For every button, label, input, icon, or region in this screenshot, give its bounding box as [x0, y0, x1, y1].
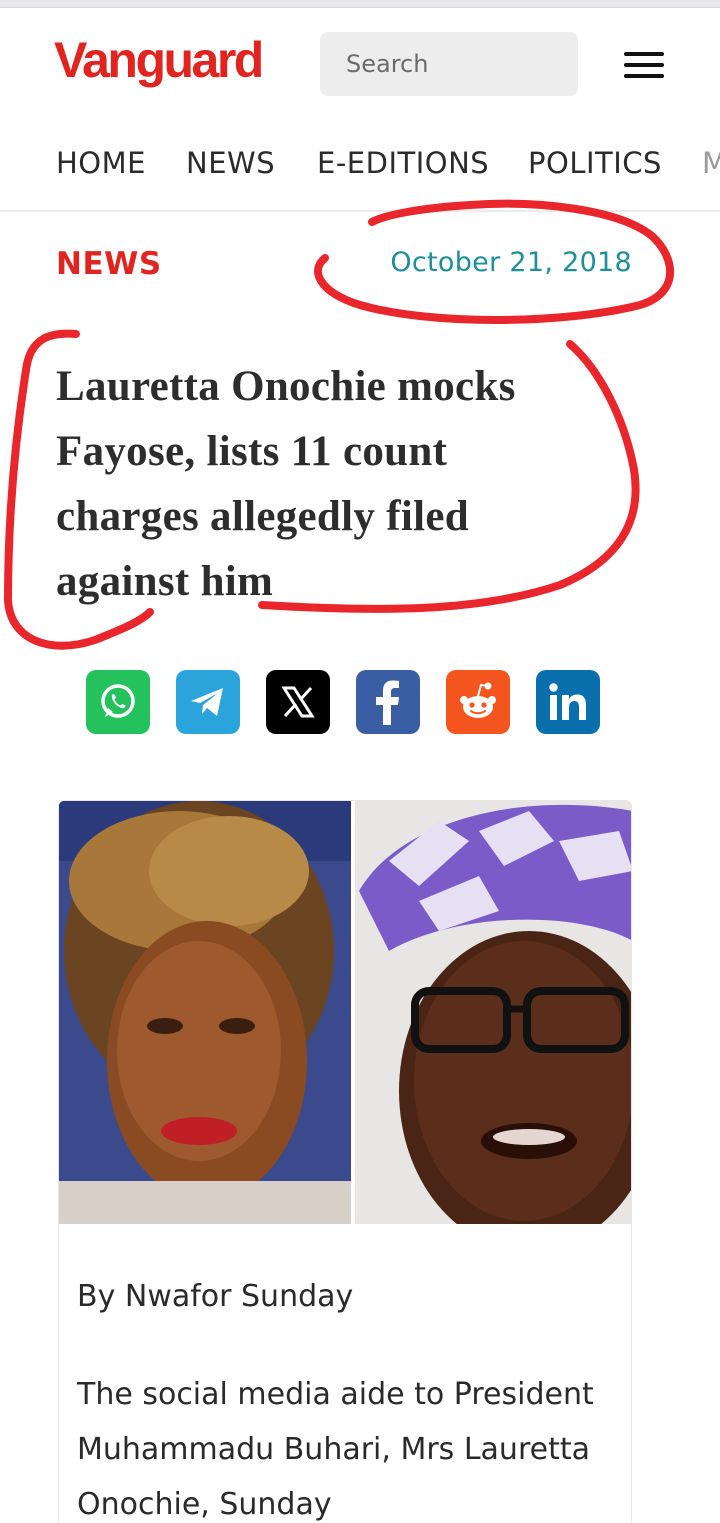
search-input[interactable]	[320, 32, 578, 96]
main-nav: HOME NEWS E-EDITIONS POLITICS M	[0, 120, 720, 212]
share-whatsapp-button[interactable]	[86, 670, 150, 734]
nav-item-news[interactable]: NEWS	[186, 146, 275, 180]
article-headline: Lauretta Onochie mocks Fayose, lists 11 …	[56, 363, 516, 605]
share-linkedin-button[interactable]	[536, 670, 600, 734]
telegram-icon	[191, 688, 223, 716]
share-telegram-button[interactable]	[176, 670, 240, 734]
nav-item-e-editions[interactable]: E-EDITIONS	[317, 146, 489, 180]
search-box	[320, 32, 578, 96]
facebook-icon	[376, 680, 399, 725]
reddit-icon	[460, 682, 496, 718]
top-bar-edge	[0, 0, 720, 8]
share-buttons	[86, 670, 600, 734]
article-body: The social media aide to President Muham…	[77, 1377, 594, 1522]
share-facebook-button[interactable]	[356, 670, 420, 734]
whatsapp-icon	[101, 684, 135, 718]
share-reddit-button[interactable]	[446, 670, 510, 734]
site-header: Vanguard	[0, 8, 720, 120]
article-card: By Nwafor Sunday The social media aide t…	[58, 800, 632, 1523]
hamburger-menu-icon[interactable]	[624, 52, 664, 82]
article-category[interactable]: NEWS	[56, 246, 162, 282]
nav-item-politics[interactable]: POLITICS	[528, 146, 662, 180]
linkedin-icon	[549, 683, 586, 720]
nav-item-home[interactable]: HOME	[56, 146, 146, 180]
article-photo[interactable]	[59, 801, 632, 1224]
article-byline: By Nwafor Sunday	[77, 1279, 354, 1314]
x-icon	[281, 686, 315, 718]
site-logo[interactable]: Vanguard	[54, 30, 264, 90]
nav-item-more-cutoff[interactable]: M	[702, 146, 720, 180]
share-x-button[interactable]	[266, 670, 330, 734]
article-date: October 21, 2018	[390, 247, 632, 278]
